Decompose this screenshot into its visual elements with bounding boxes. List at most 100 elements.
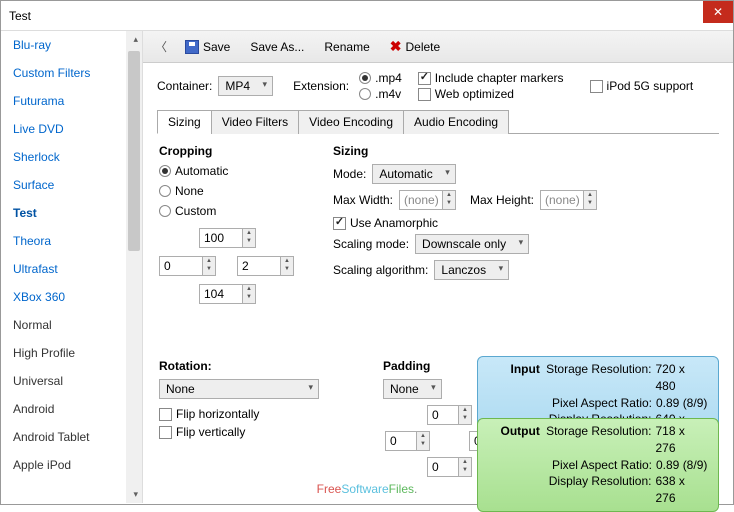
spin-down-icon[interactable]: ▼ [417,440,429,448]
output-par-label: Pixel Aspect Ratio: [546,457,656,474]
sidebar-item-android-tablet[interactable]: Android Tablet [1,423,142,451]
output-info-box: OutputStorage Resolution:718 x 276 Pixel… [477,418,719,512]
sidebar-item-blu-ray[interactable]: Blu-ray [1,31,142,59]
ext-mp4-radio[interactable]: .mp4 [359,71,402,85]
spin-down-icon[interactable]: ▼ [243,237,255,245]
sizing-panel: Cropping Automatic None Custom ▲▼ ▲▼ ▲▼ … [143,134,733,503]
spin-down-icon[interactable]: ▼ [459,466,471,474]
sidebar-item-surface[interactable]: Surface [1,171,142,199]
sidebar-item-sherlock[interactable]: Sherlock [1,143,142,171]
maxh-spinner[interactable]: ▲▼ [540,190,597,210]
spin-up-icon[interactable]: ▲ [417,432,429,440]
crop-right-input[interactable] [238,257,280,275]
crop-top-input[interactable] [200,229,242,247]
ipod-support-checkbox[interactable]: iPod 5G support [590,79,694,93]
crop-custom-radio[interactable]: Custom [159,204,299,218]
pad-top-input[interactable] [428,406,458,424]
spin-down-icon[interactable]: ▼ [203,265,215,273]
maxh-input[interactable] [541,191,583,209]
input-par-label: Pixel Aspect Ratio: [546,395,656,412]
sidebar-item-android[interactable]: Android [1,395,142,423]
checkbox-icon [590,80,603,93]
container-select[interactable]: MP4 [218,76,273,96]
sidebar-item-apple-ipod[interactable]: Apple iPod [1,451,142,479]
sidebar-item-high-profile[interactable]: High Profile [1,339,142,367]
scaling-mode-select[interactable]: Downscale only [415,234,529,254]
sidebar-item-theora[interactable]: Theora [1,227,142,255]
input-title: Input [488,361,540,395]
scaling-algo-label: Scaling algorithm: [333,263,428,277]
flip-h-checkbox[interactable]: Flip horizontally [159,407,339,421]
scroll-up-icon[interactable]: ▴ [133,34,138,45]
save-button[interactable]: Save [177,36,238,58]
pad-bottom-input[interactable] [428,458,458,476]
close-button[interactable]: ✕ [703,1,733,23]
preset-sidebar: Blu-rayCustom FiltersFuturamaLive DVDShe… [1,31,143,503]
flip-v-checkbox[interactable]: Flip vertically [159,425,339,439]
sidebar-item-universal[interactable]: Universal [1,367,142,395]
sidebar-item-futurama[interactable]: Futurama [1,87,142,115]
crop-auto-radio[interactable]: Automatic [159,164,299,178]
rotation-select[interactable]: None [159,379,319,399]
maxw-input[interactable] [400,191,442,209]
crop-none-radio[interactable]: None [159,184,299,198]
crop-bottom-input[interactable] [200,285,242,303]
tab-video-encoding[interactable]: Video Encoding [298,110,404,134]
cropping-heading: Cropping [159,144,299,158]
spin-down-icon[interactable]: ▼ [443,199,455,207]
sidebar-item-normal[interactable]: Normal [1,311,142,339]
window-title: Test [9,9,31,23]
save-as-button[interactable]: Save As... [242,36,312,58]
sizing-heading: Sizing [333,144,653,158]
spin-down-icon[interactable]: ▼ [459,414,471,422]
spin-up-icon[interactable]: ▲ [459,458,471,466]
content-area: 〈 Save Save As... Rename ✖Delete Contain… [143,31,733,503]
web-optimized-checkbox[interactable]: Web optimized [418,87,564,101]
spin-up-icon[interactable]: ▲ [459,406,471,414]
scrollbar-thumb[interactable] [128,51,140,251]
mode-select[interactable]: Automatic [372,164,455,184]
spin-up-icon[interactable]: ▲ [243,285,255,293]
sidebar-item-live-dvd[interactable]: Live DVD [1,115,142,143]
watermark-part1: Free [317,482,342,496]
spin-up-icon[interactable]: ▲ [203,257,215,265]
crop-right-spinner[interactable]: ▲▼ [237,256,294,276]
ext-m4v-label: .m4v [375,87,401,101]
sidebar-item-ultrafast[interactable]: Ultrafast [1,255,142,283]
pad-top-spinner[interactable]: ▲▼ [427,405,472,425]
tab-sizing[interactable]: Sizing [157,110,212,134]
crop-left-spinner[interactable]: ▲▼ [159,256,216,276]
crop-top-spinner[interactable]: ▲▼ [199,228,256,248]
rename-button[interactable]: Rename [316,36,377,58]
ext-m4v-radio[interactable]: .m4v [359,87,402,101]
close-icon: ✕ [713,5,723,19]
crop-left-input[interactable] [160,257,202,275]
spin-up-icon[interactable]: ▲ [281,257,293,265]
spin-up-icon[interactable]: ▲ [443,191,455,199]
spin-down-icon[interactable]: ▼ [243,293,255,301]
scaling-algo-select[interactable]: Lanczos [434,260,509,280]
pad-left-spinner[interactable]: ▲▼ [385,431,430,451]
checkbox-icon [418,72,431,85]
anamorphic-checkbox[interactable]: Use Anamorphic [333,216,653,230]
ipod-label: iPod 5G support [607,79,694,93]
spin-up-icon[interactable]: ▲ [243,229,255,237]
spin-down-icon[interactable]: ▼ [281,265,293,273]
sidebar-item-custom-filters[interactable]: Custom Filters [1,59,142,87]
crop-bottom-spinner[interactable]: ▲▼ [199,284,256,304]
back-button[interactable]: 〈 [149,35,173,59]
tab-audio-encoding[interactable]: Audio Encoding [403,110,509,134]
pad-bottom-spinner[interactable]: ▲▼ [427,457,472,477]
maxw-spinner[interactable]: ▲▼ [399,190,456,210]
pad-left-input[interactable] [386,432,416,450]
output-par-value: 0.89 (8/9) [656,457,707,474]
spin-up-icon[interactable]: ▲ [584,191,596,199]
tab-video-filters[interactable]: Video Filters [211,110,299,134]
sidebar-item-test[interactable]: Test [1,199,142,227]
spin-down-icon[interactable]: ▼ [584,199,596,207]
include-chapters-checkbox[interactable]: Include chapter markers [418,71,564,85]
padding-select[interactable]: None [383,379,442,399]
delete-button[interactable]: ✖Delete [382,34,448,59]
sidebar-scrollbar[interactable]: ▴ ▾ [126,31,142,503]
sidebar-item-xbox-360[interactable]: XBox 360 [1,283,142,311]
